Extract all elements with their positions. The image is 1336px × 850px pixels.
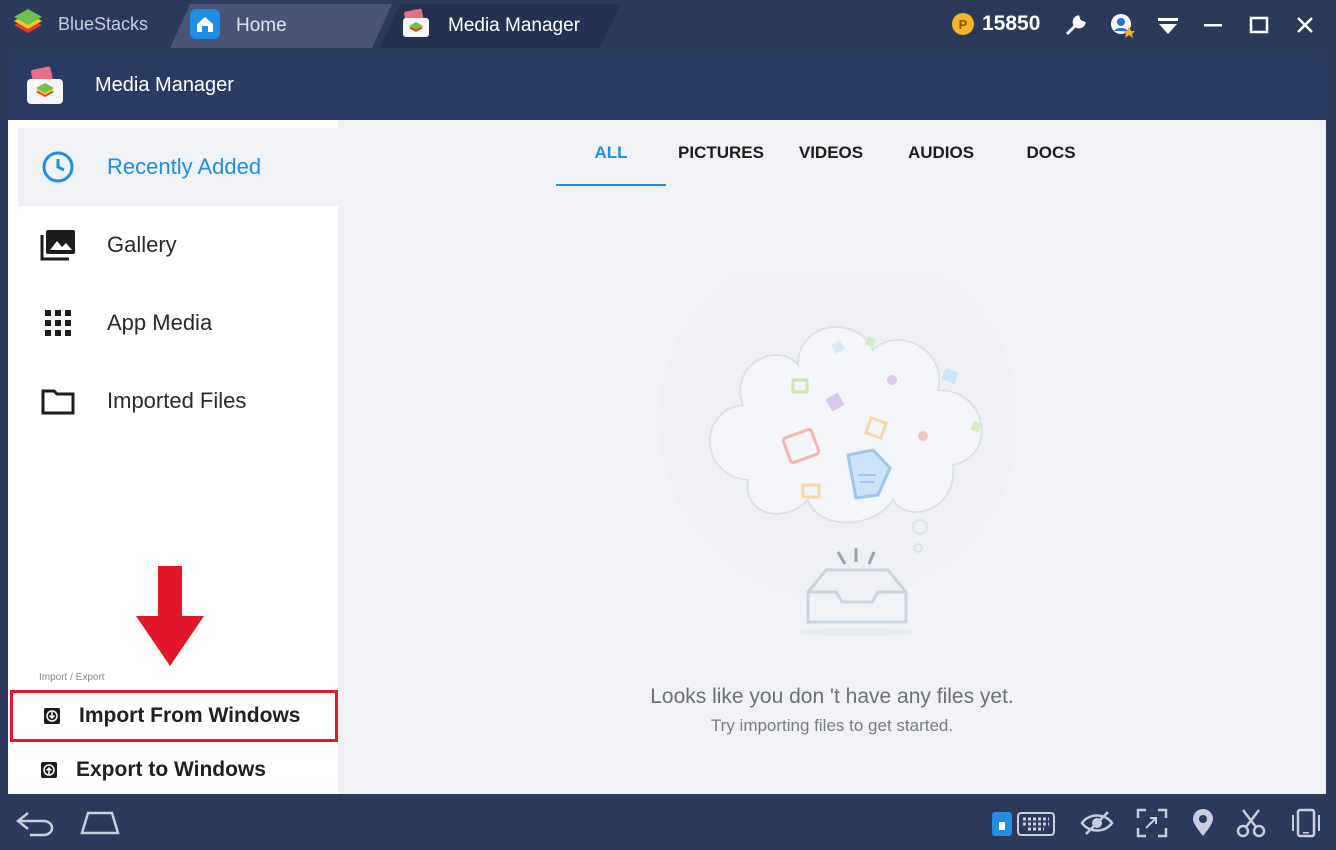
- coin-count: 15850: [982, 12, 1041, 35]
- empty-state-illustration-icon: [658, 240, 1018, 675]
- tab-media-manager-label: Media Manager: [448, 15, 581, 36]
- red-arrow-annotation-icon: [136, 566, 204, 671]
- back-icon[interactable]: [14, 808, 58, 838]
- gallery-icon: [38, 225, 78, 265]
- sidebar-item-app-media[interactable]: App Media: [18, 284, 338, 362]
- empty-state-subtitle: Try importing files to get started.: [710, 716, 954, 735]
- tab-videos[interactable]: VIDEOS: [776, 120, 886, 186]
- media-manager-icon: [400, 8, 432, 45]
- tab-home-label: Home: [236, 15, 287, 36]
- tab-pictures[interactable]: PICTURES: [666, 120, 776, 186]
- grid-icon: [38, 303, 78, 343]
- sidebar-item-gallery[interactable]: Gallery: [18, 206, 338, 284]
- sidebar-item-recently-added[interactable]: Recently Added: [18, 128, 338, 206]
- dropdown-icon[interactable]: [1155, 12, 1181, 38]
- keyboard-icon[interactable]: [990, 808, 1056, 838]
- tab-all[interactable]: ALL: [556, 120, 666, 186]
- coin-icon: P: [952, 13, 974, 35]
- export-label: Export to Windows: [76, 758, 266, 781]
- sidebar-item-label: App Media: [107, 310, 213, 335]
- home-nav-icon[interactable]: [78, 808, 122, 838]
- coin-balance[interactable]: P 15850: [952, 12, 1040, 36]
- tab-home[interactable]: Home: [170, 4, 392, 48]
- sidebar-item-label: Gallery: [107, 232, 177, 257]
- main-panel: ALL PICTURES VIDEOS AUDIOS DOCS Looks li…: [338, 120, 1326, 794]
- section-caption: Import / Export: [39, 672, 105, 683]
- export-icon: [40, 761, 58, 779]
- sidebar: Recently Added Gallery App Media Importe…: [8, 120, 338, 794]
- import-icon: [43, 707, 61, 725]
- media-manager-logo-icon: [24, 66, 66, 111]
- scissors-icon[interactable]: [1236, 808, 1266, 838]
- folder-icon: [38, 381, 78, 421]
- home-icon: [190, 9, 220, 44]
- maximize-icon[interactable]: [1246, 12, 1272, 38]
- fullscreen-icon[interactable]: [1136, 808, 1168, 838]
- bottom-bar: [0, 794, 1336, 850]
- export-to-windows-button[interactable]: Export to Windows: [10, 744, 338, 796]
- title-bar: BlueStacks Home Media Manager P 15850: [0, 0, 1336, 52]
- sidebar-item-imported-files[interactable]: Imported Files: [18, 362, 338, 440]
- wrench-icon[interactable]: [1063, 12, 1089, 38]
- app-title: Media Manager: [95, 74, 234, 96]
- eye-hide-icon[interactable]: [1080, 808, 1114, 838]
- tab-media-manager[interactable]: Media Manager: [380, 4, 620, 48]
- bluestacks-logo-icon: [10, 7, 46, 42]
- media-tabs: ALL PICTURES VIDEOS AUDIOS DOCS: [556, 120, 1106, 186]
- import-label: Import From Windows: [79, 704, 301, 727]
- sidebar-item-label: Recently Added: [107, 154, 262, 179]
- rotate-device-icon[interactable]: [1290, 808, 1322, 838]
- clock-icon: [38, 147, 78, 187]
- tab-audios[interactable]: AUDIOS: [886, 120, 996, 186]
- account-icon[interactable]: [1109, 12, 1135, 38]
- location-icon[interactable]: [1190, 808, 1216, 838]
- content-area: Recently Added Gallery App Media Importe…: [8, 120, 1326, 794]
- import-from-windows-button[interactable]: Import From Windows: [10, 690, 338, 742]
- empty-state-title: Looks like you don 't have any files yet…: [650, 685, 1014, 708]
- app-header: Media Manager: [8, 52, 1326, 120]
- brand-name: BlueStacks: [58, 13, 149, 34]
- brand: BlueStacks: [10, 6, 148, 42]
- tab-docs[interactable]: DOCS: [996, 120, 1106, 186]
- close-icon[interactable]: [1292, 12, 1318, 38]
- sidebar-item-label: Imported Files: [107, 388, 247, 413]
- minimize-icon[interactable]: [1200, 12, 1226, 38]
